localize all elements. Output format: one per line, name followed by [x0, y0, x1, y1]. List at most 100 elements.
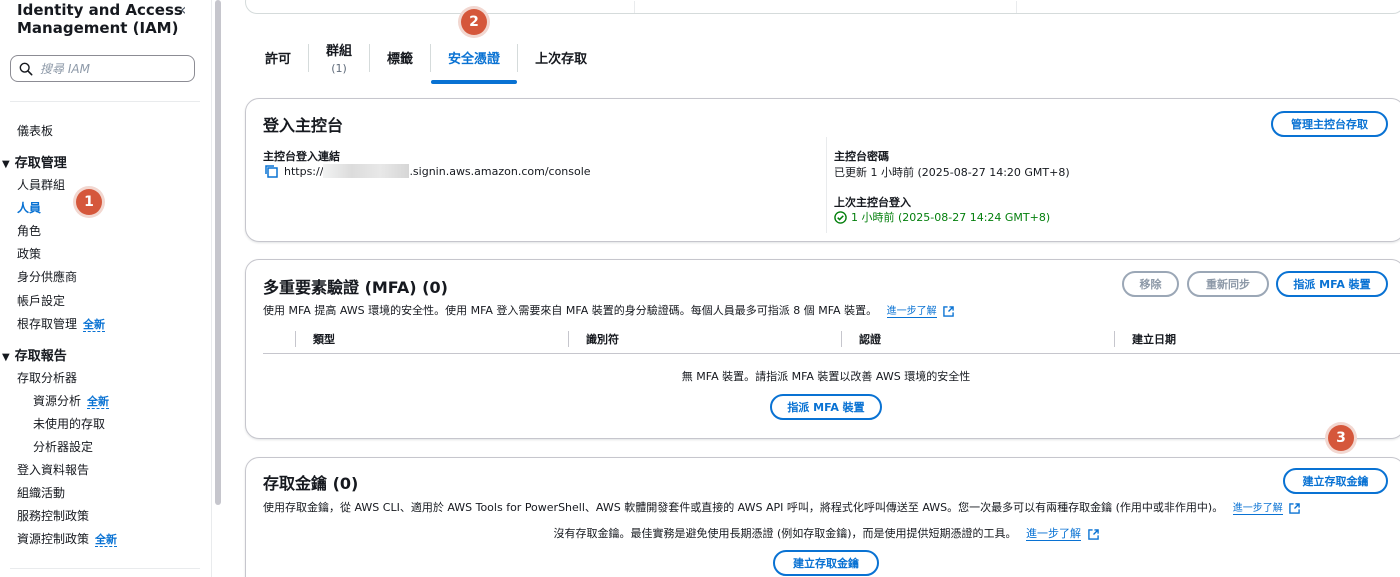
new-badge: 全新 — [95, 533, 118, 547]
external-link-icon — [1087, 528, 1099, 540]
description-text: 使用存取金鑰，從 AWS CLI、適用於 AWS Tools for Power… — [263, 501, 1224, 514]
divider — [634, 1, 635, 13]
sidebar-item-user-groups[interactable]: 人員群組 — [17, 176, 65, 193]
assign-mfa-button[interactable]: 指派 MFA 裝置 — [1276, 271, 1388, 297]
column-divider — [568, 331, 569, 347]
last-signin-label: 上次主控台登入 — [834, 196, 911, 209]
sidebar-item-identity-providers[interactable]: 身分供應商 — [17, 268, 77, 285]
tab-permissions[interactable]: 許可 — [248, 30, 308, 84]
tab-tags[interactable]: 標籤 — [370, 30, 430, 84]
caret-down-icon: ▼ — [2, 159, 10, 170]
success-check-icon — [834, 210, 847, 224]
learn-more-link[interactable]: 進一步了解 — [886, 306, 937, 318]
caret-down-icon: ▼ — [2, 352, 10, 363]
tab-last-accessed[interactable]: 上次存取 — [518, 30, 604, 84]
service-title: Identity and Access Management (IAM) — [17, 1, 183, 37]
column-divider — [841, 331, 842, 347]
new-badge: 全新 — [87, 395, 110, 409]
password-label: 主控台密碼 — [834, 150, 889, 163]
sidebar-item-credential-report[interactable]: 登入資料報告 — [17, 461, 89, 478]
divider — [10, 568, 200, 569]
sidebar-item-label: 資源控制政策 — [17, 532, 90, 546]
sidebar-item-account-settings[interactable]: 帳戶設定 — [17, 292, 65, 309]
resync-mfa-button[interactable]: 重新同步 — [1187, 271, 1269, 297]
section-access-reports[interactable]: ▼ 存取報告 — [2, 345, 67, 364]
tab-label: 標籤 — [387, 51, 414, 67]
sidebar-item-label: 資源分析 — [33, 394, 82, 408]
learn-more-link[interactable]: 進一步了解 — [1232, 503, 1283, 515]
tab-label: 安全憑證 — [448, 51, 501, 67]
user-detail-tabs: 許可 群組 (1) 標籤 安全憑證 上次存取 — [248, 30, 604, 86]
redacted-account-id — [323, 164, 410, 178]
empty-text: 沒有存取金鑰。最佳實務是避免使用長期憑證 (例如存取金鑰)，而是使用提供短期憑證… — [553, 527, 1017, 540]
search-input[interactable] — [40, 61, 180, 76]
access-keys-description: 使用存取金鑰，從 AWS CLI、適用於 AWS Tools for Power… — [263, 499, 1300, 515]
sidebar-item-access-analyzer[interactable]: 存取分析器 — [17, 369, 77, 386]
signin-link-label: 主控台登入連結 — [263, 150, 340, 163]
remove-mfa-button[interactable]: 移除 — [1122, 271, 1179, 297]
signin-link[interactable]: https:// .signin.aws.amazon.com/console — [264, 164, 591, 178]
sidebar-item-users[interactable]: 人員 — [17, 199, 41, 216]
mfa-table-header: 類型 識別符 認證 建立日期 — [263, 326, 1400, 354]
sidebar-item-resource-analysis[interactable]: 資源分析 全新 — [33, 392, 110, 409]
section-access-management[interactable]: ▼ 存取管理 — [2, 152, 67, 171]
console-signin-card: 登入主控台 管理主控台存取 主控台登入連結 https:// .signin.aw… — [245, 98, 1400, 242]
mfa-empty-text: 無 MFA 裝置。請指派 MFA 裝置以改善 AWS 環境的安全性 — [681, 370, 971, 383]
tab-label: 許可 — [265, 51, 292, 67]
access-keys-empty-text: 沒有存取金鑰。最佳實務是避免使用長期憑證 (例如存取金鑰)，而是使用提供短期憑證… — [246, 525, 1400, 541]
access-keys-card: 存取金鑰 (0) 建立存取金鑰 使用存取金鑰，從 AWS CLI、適用於 AWS… — [245, 457, 1400, 577]
sidebar-item-analyzer-settings[interactable]: 分析器設定 — [33, 438, 93, 455]
sidebar-item-policies[interactable]: 政策 — [17, 245, 41, 262]
tab-label: 上次存取 — [535, 51, 588, 67]
tab-groups[interactable]: 群組 (1) — [309, 30, 369, 84]
sidebar-item-rcp[interactable]: 資源控制政策 全新 — [17, 530, 118, 547]
sidebar-item-dashboard[interactable]: 儀表板 — [17, 122, 53, 139]
divider — [1016, 1, 1017, 13]
last-signin-value: 1 小時前 (2025-08-27 14:24 GMT+8) — [834, 209, 1050, 225]
sidebar-item-scp[interactable]: 服務控制政策 — [17, 507, 89, 524]
sidebar-item-roles[interactable]: 角色 — [17, 222, 41, 239]
signin-link-prefix: https:// — [284, 164, 324, 178]
divider — [826, 137, 827, 233]
tab-count: (1) — [331, 61, 347, 75]
section-label: 存取報告 — [14, 349, 67, 364]
sidebar-nav: Identity and Access Management (IAM) ‹ 儀… — [0, 0, 212, 577]
sidebar-item-org-activity[interactable]: 組織活動 — [17, 484, 65, 501]
tab-label: 群組 — [326, 43, 353, 59]
column-divider — [1114, 331, 1115, 347]
search-box[interactable] — [10, 55, 195, 82]
signin-link-suffix: .signin.aws.amazon.com/console — [409, 164, 591, 178]
column-created-date[interactable]: 建立日期 — [1132, 331, 1176, 347]
last-signin-text: 1 小時前 (2025-08-27 14:24 GMT+8) — [851, 211, 1051, 224]
column-certification[interactable]: 認證 — [859, 331, 881, 347]
callout-badge-1: 1 — [76, 189, 102, 215]
column-divider — [295, 331, 296, 347]
collapse-sidebar-icon[interactable]: ‹ — [180, 0, 194, 20]
divider — [10, 101, 200, 102]
sidebar-item-root-access[interactable]: 根存取管理 全新 — [17, 315, 106, 332]
sidebar-item-unused-access[interactable]: 未使用的存取 — [33, 415, 105, 432]
column-identifier[interactable]: 識別符 — [586, 331, 619, 347]
sidebar-scrollbar[interactable] — [215, 0, 221, 505]
assign-mfa-empty-button[interactable]: 指派 MFA 裝置 — [770, 394, 882, 420]
external-link-icon — [1289, 502, 1300, 514]
create-access-key-empty-button[interactable]: 建立存取金鑰 — [773, 550, 879, 576]
copy-icon[interactable] — [264, 164, 278, 178]
card-title: 登入主控台 — [263, 116, 344, 135]
card-title: 多重要素驗證 (MFA) (0) — [263, 278, 448, 297]
manage-console-access-button[interactable]: 管理主控台存取 — [1271, 111, 1388, 137]
new-badge: 全新 — [83, 318, 106, 332]
search-icon — [19, 62, 33, 75]
password-updated: 已更新 1 小時前 (2025-08-27 14:20 GMT+8) — [834, 166, 1070, 179]
mfa-card: 多重要素驗證 (MFA) (0) 移除 重新同步 指派 MFA 裝置 使用 MF… — [245, 259, 1400, 439]
create-access-key-button[interactable]: 建立存取金鑰 — [1283, 468, 1388, 494]
sidebar-item-label: 根存取管理 — [17, 317, 78, 331]
callout-badge-3: 3 — [1328, 425, 1354, 451]
column-type[interactable]: 類型 — [313, 331, 335, 347]
mfa-description: 使用 MFA 提高 AWS 環境的安全性。使用 MFA 登入需要來自 MFA 裝… — [263, 302, 954, 318]
learn-more-link[interactable]: 進一步了解 — [1026, 527, 1082, 541]
summary-card-edge — [245, 0, 1400, 14]
tab-security-credentials[interactable]: 安全憑證 — [431, 30, 518, 84]
external-link-icon — [943, 305, 954, 317]
card-title: 存取金鑰 (0) — [263, 474, 359, 493]
